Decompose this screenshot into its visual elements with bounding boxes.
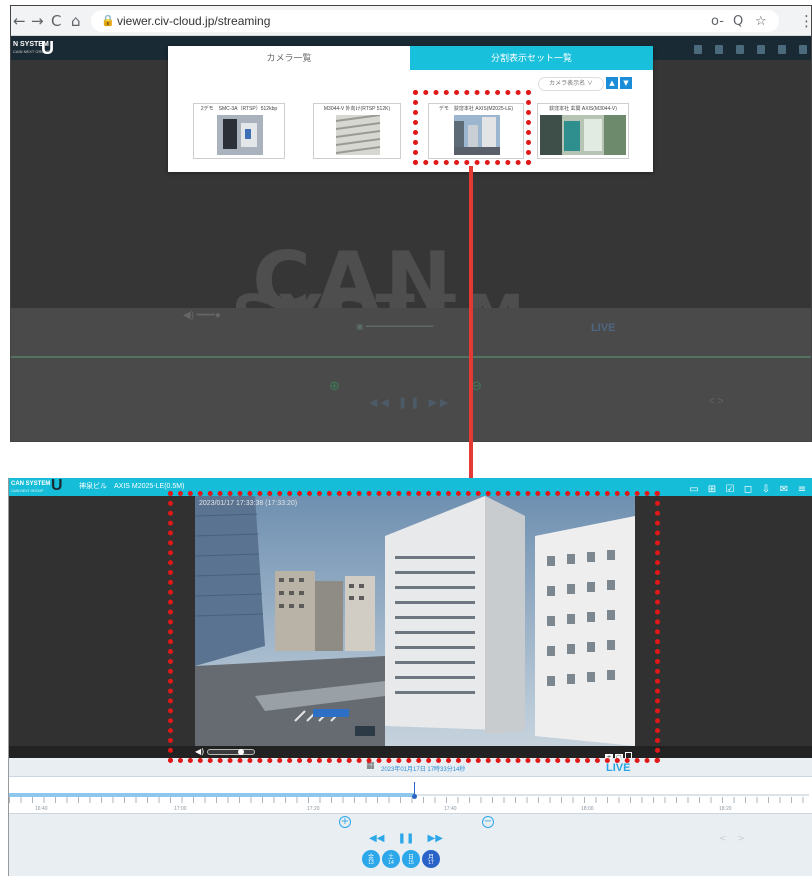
camera-card[interactable]: 2デモ SMC-3A（RTSP）512kbp — [193, 103, 285, 159]
bookmark-icon[interactable]: ◻ — [740, 484, 756, 495]
back-icon[interactable]: ← — [13, 12, 26, 30]
camera-card[interactable]: M3044-V 外向け(RTSP 512K) — [313, 103, 401, 159]
forward-icon[interactable]: → — [31, 12, 44, 30]
datetime-display[interactable]: 2023年01月17日 17時33分14秒 — [381, 764, 465, 773]
prev-next-dimmed[interactable]: < > — [709, 396, 723, 407]
controls-dimmed: ◀) ━━━● ▣ ━━━━━━━━━━━━━━ LIVE ⊕ ⊖ ◀◀ ❚❚ … — [11, 308, 811, 441]
sort-desc-icon[interactable]: ▼ — [620, 77, 632, 89]
lock-icon: 🔒 — [101, 14, 115, 27]
download-icon[interactable] — [757, 45, 765, 54]
camera-card[interactable]: 荻窪本社 玄関 AXIS(M3044-V) — [537, 103, 629, 159]
header-icons — [681, 41, 807, 59]
volume-knob[interactable] — [238, 749, 244, 755]
camera-select-popup: カメラ一覧 分割表示セット一覧 カメラ表示名 ∨ ▲ ▼ 2デモ SMC-3A（… — [168, 46, 653, 172]
pause-icon[interactable]: ❚❚ — [398, 833, 415, 844]
calendar-icon[interactable]: ▦ — [366, 761, 375, 771]
app-logo[interactable]: CAN SYSTEM CAIN NEXT GROUP U — [11, 478, 71, 495]
time-label: 17:40 — [444, 806, 457, 812]
live-label-dimmed[interactable]: LIVE — [591, 322, 615, 334]
edit-icon[interactable]: ☑ — [722, 484, 738, 495]
zoom-icon[interactable]: Q — [733, 14, 743, 29]
key-icon[interactable]: o- — [711, 14, 724, 29]
hamburger-icon[interactable]: ≡ — [794, 484, 810, 495]
tab-camera-list[interactable]: カメラ一覧 — [168, 46, 410, 70]
tab-split-view-sets[interactable]: 分割表示セット一覧 — [410, 46, 653, 70]
day-button[interactable]: 土 14 — [382, 850, 400, 868]
volume-slider[interactable] — [207, 749, 255, 755]
video-timestamp: 2023/01/17 17:33:38 (17:33:20) — [199, 500, 298, 507]
live-button[interactable]: LIVE — [606, 762, 630, 774]
playback-dimmed[interactable]: ◀◀ ❚❚ ▶▶ — [369, 396, 451, 409]
day-button-active[interactable]: 月 17 — [422, 850, 440, 868]
time-label: 17:00 — [174, 806, 187, 812]
hamburger-icon[interactable] — [799, 45, 807, 54]
zoom-out-icon[interactable]: − — [482, 816, 494, 828]
folder-icon[interactable] — [694, 45, 702, 54]
zoom-in-icon[interactable]: + — [339, 816, 351, 828]
sort-asc-icon[interactable]: ▲ — [606, 77, 618, 89]
menu-icon[interactable]: ⋮ — [799, 12, 811, 30]
video-control-bar: ◀) +▢ — [9, 746, 812, 762]
composite-figure: ← → C ⌂ 🔒 viewer.civ-cloud.jp/streaming … — [0, 0, 812, 876]
day-button[interactable]: 日 15 — [402, 850, 420, 868]
top-screenshot: ← → C ⌂ 🔒 viewer.civ-cloud.jp/streaming … — [10, 5, 812, 442]
rewind-icon[interactable]: ◀◀ — [369, 833, 384, 844]
live-video-frame[interactable] — [195, 496, 635, 746]
timeline-track — [414, 794, 809, 796]
timeline-ticks — [9, 797, 812, 803]
arrow-shaft — [469, 166, 473, 484]
edit-icon[interactable] — [715, 45, 723, 54]
playback-controls: ▦ 2023年01月17日 17時33分14秒 LIVE 16:40 17:00… — [9, 758, 812, 876]
single-view-icon[interactable]: ▭ — [686, 484, 702, 495]
day-button[interactable]: 金 13 — [362, 850, 380, 868]
volume-icon[interactable]: ◀) — [195, 747, 204, 756]
datetime-dimmed: ▣ ━━━━━━━━━━━━━━ — [356, 322, 434, 331]
datetime-row: ▦ 2023年01月17日 17時33分14秒 LIVE — [9, 758, 812, 776]
time-label: 16:40 — [35, 806, 48, 812]
zoom-in-icon[interactable]: ⊕ — [329, 378, 340, 394]
camera-thumbnail — [336, 115, 380, 155]
timeline[interactable]: 16:40 17:00 17:20 17:40 18:00 18:20 — [9, 776, 812, 814]
mail-icon[interactable]: ✉ — [776, 484, 792, 495]
time-label: 18:00 — [581, 806, 594, 812]
fast-forward-icon[interactable]: ▶▶ — [428, 833, 443, 844]
grid-view-icon[interactable]: ⊞ — [704, 484, 720, 495]
browser-toolbar: ← → C ⌂ 🔒 viewer.civ-cloud.jp/streaming … — [11, 6, 811, 36]
camera-thumbnail — [454, 115, 500, 155]
playback-buttons: ◀◀ ❚❚ ▶▶ — [369, 833, 453, 844]
time-label: 17:20 — [307, 806, 320, 812]
app-header: CAN SYSTEM CAIN NEXT GROUP U 神泉ビル AXIS M… — [9, 478, 812, 496]
bookmark-icon[interactable] — [736, 45, 744, 54]
bottom-screenshot: CAN SYSTEM CAIN NEXT GROUP U 神泉ビル AXIS M… — [8, 478, 812, 876]
sort-select[interactable]: カメラ表示名 ∨ — [538, 77, 604, 91]
time-label: 18:20 — [719, 806, 732, 812]
camera-thumbnail — [540, 115, 626, 155]
volume-icon[interactable]: ◀) ━━━● — [183, 310, 221, 321]
reload-icon[interactable]: C — [51, 12, 61, 30]
timeline-dimmed — [11, 356, 811, 358]
mail-icon[interactable] — [778, 45, 786, 54]
camera-card[interactable]: デモ 荻窪本社 AXIS(M2025-LE) — [428, 103, 524, 159]
url-text[interactable]: viewer.civ-cloud.jp/streaming — [117, 14, 270, 28]
address-bar[interactable]: 🔒 viewer.civ-cloud.jp/streaming o- Q ☆ — [91, 10, 779, 32]
video-viewer: 2023/01/17 17:33:38 (17:33:20) ◀) +▢ — [9, 496, 812, 762]
star-icon[interactable]: ☆ — [755, 14, 767, 29]
prev-next-buttons[interactable]: < > — [719, 834, 749, 844]
home-icon[interactable]: ⌂ — [71, 12, 81, 30]
camera-thumbnail — [217, 115, 263, 155]
day-selector: 金 13 土 14 日 15 月 17 — [362, 850, 442, 873]
download-icon[interactable]: ⇩ — [758, 484, 774, 495]
camera-title: 神泉ビル AXIS M2025-LE(0.5M) — [79, 483, 185, 490]
header-icons: ▭ ⊞ ☑ ◻ ⇩ ✉ ≡ — [684, 479, 810, 497]
